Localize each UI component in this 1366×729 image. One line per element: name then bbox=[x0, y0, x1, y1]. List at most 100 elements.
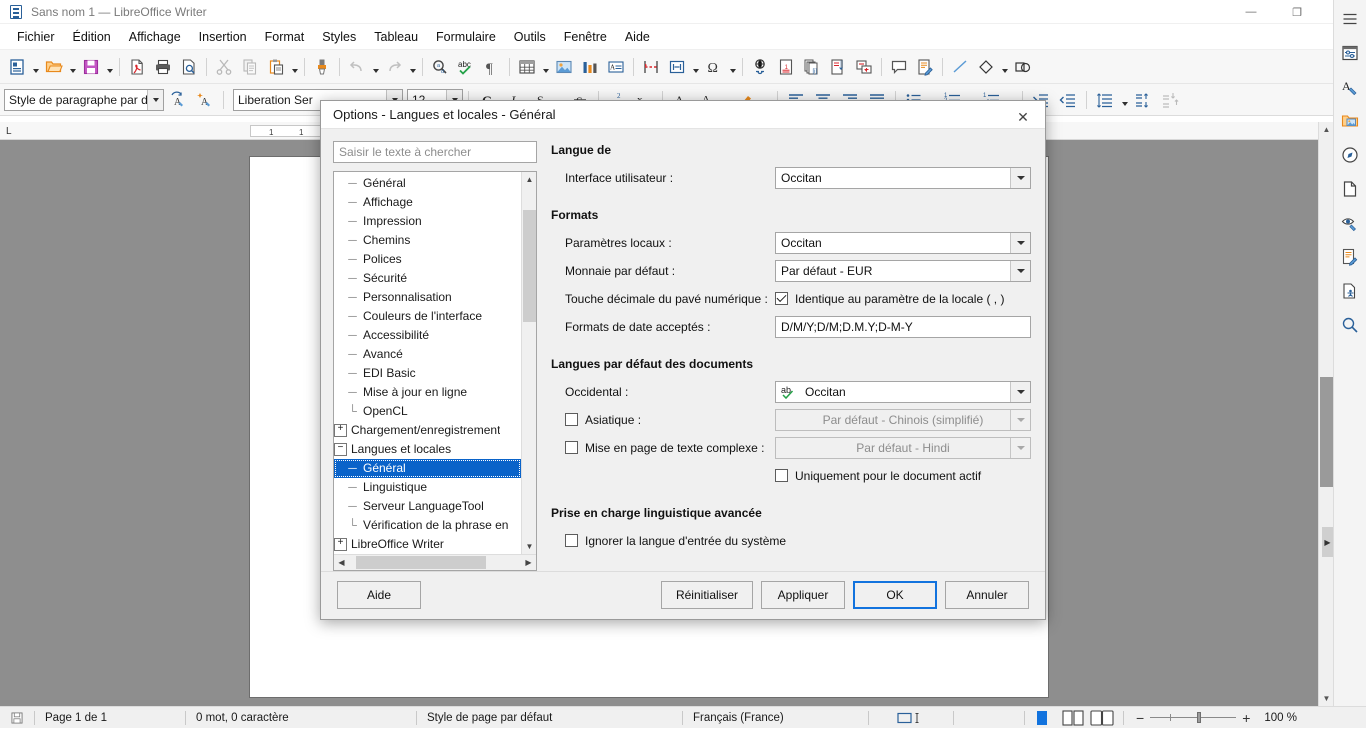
tree-scroll-left-arrow[interactable]: ◀ bbox=[334, 555, 349, 570]
page-icon[interactable] bbox=[1337, 176, 1363, 202]
ok-button[interactable]: OK bbox=[853, 581, 937, 610]
copy-icon[interactable] bbox=[237, 54, 263, 80]
tree-item-accessibilite[interactable]: ─ Accessibilité bbox=[334, 326, 521, 345]
basic-shapes-icon[interactable] bbox=[973, 54, 999, 80]
tree-item-chemins[interactable]: ─ Chemins bbox=[334, 231, 521, 250]
print-icon[interactable] bbox=[150, 54, 176, 80]
new-document-dropdown[interactable] bbox=[30, 54, 41, 80]
ctl-language-checkbox[interactable]: Mise en page de texte complexe : bbox=[565, 441, 764, 455]
menu-fenetre[interactable]: Fenêtre bbox=[555, 26, 616, 48]
single-page-view-icon[interactable] bbox=[1025, 707, 1059, 729]
current-document-only-checkbox[interactable]: Uniquement pour le document actif bbox=[775, 469, 981, 483]
insert-text-box-icon[interactable]: A bbox=[603, 54, 629, 80]
insert-table-icon[interactable] bbox=[514, 54, 540, 80]
zoom-slider[interactable]: − + bbox=[1124, 710, 1262, 726]
page-break-icon[interactable] bbox=[638, 54, 664, 80]
options-tree-list[interactable]: ─ Général ─ Affichage ─ Impression ─ Che… bbox=[334, 172, 521, 554]
open-file-dropdown[interactable] bbox=[67, 54, 78, 80]
tree-item-general[interactable]: ─ Général bbox=[334, 174, 521, 193]
tree-expand-icon[interactable]: + bbox=[334, 423, 347, 437]
find-replace-icon[interactable]: ad bbox=[427, 54, 453, 80]
save-dropdown[interactable] bbox=[104, 54, 115, 80]
scroll-up-arrow[interactable]: ▲ bbox=[1319, 122, 1334, 137]
zoom-in-button[interactable]: + bbox=[1236, 710, 1256, 726]
selection-mode-icon[interactable] bbox=[869, 707, 953, 729]
print-preview-icon[interactable] bbox=[176, 54, 202, 80]
tree-hscroll-thumb[interactable] bbox=[356, 555, 486, 569]
insert-chart-icon[interactable] bbox=[577, 54, 603, 80]
show-draw-functions-icon[interactable] bbox=[1010, 54, 1036, 80]
cut-icon[interactable] bbox=[211, 54, 237, 80]
page-style-status[interactable]: Style de page par défaut bbox=[417, 707, 682, 729]
chevron-down-icon[interactable] bbox=[1010, 232, 1030, 253]
tree-item-libreoffice-writer[interactable]: + LibreOffice Writer bbox=[334, 535, 521, 554]
tree-collapse-icon[interactable]: − bbox=[334, 442, 347, 456]
tree-scroll-thumb[interactable] bbox=[523, 209, 536, 322]
insert-field-icon[interactable] bbox=[664, 54, 690, 80]
find-icon[interactable] bbox=[1337, 312, 1363, 338]
menu-outils[interactable]: Outils bbox=[505, 26, 555, 48]
open-file-icon[interactable] bbox=[41, 54, 67, 80]
checkbox-icon[interactable] bbox=[775, 469, 788, 483]
western-language-dropdown[interactable]: ab Occitan bbox=[775, 380, 1031, 403]
book-view-icon[interactable] bbox=[1087, 707, 1117, 729]
tree-item-edi-basic[interactable]: ─ EDI Basic bbox=[334, 364, 521, 383]
asian-language-checkbox[interactable]: Asiatique : bbox=[565, 413, 641, 427]
sidebar-show-handle[interactable]: ▶ bbox=[1322, 527, 1333, 557]
menu-formulaire[interactable]: Formulaire bbox=[427, 26, 505, 48]
tree-scroll-right-arrow[interactable]: ▶ bbox=[521, 555, 536, 570]
insert-field-dropdown[interactable] bbox=[690, 54, 701, 80]
currency-dropdown[interactable]: Par défaut - EUR bbox=[775, 259, 1031, 282]
decimal-same-as-locale-checkbox[interactable]: Identique au paramètre de la locale ( , … bbox=[775, 292, 1004, 306]
reset-button[interactable]: Réinitialiser bbox=[660, 581, 753, 610]
tree-item-linguistique[interactable]: ─ Linguistique bbox=[334, 478, 521, 497]
new-document-icon[interactable] bbox=[4, 54, 30, 80]
redo-icon[interactable] bbox=[381, 54, 407, 80]
ignore-system-input-language-checkbox[interactable]: Ignorer la langue d'entrée du système bbox=[565, 534, 786, 548]
multi-page-view-icon[interactable] bbox=[1059, 707, 1087, 729]
menu-insertion[interactable]: Insertion bbox=[190, 26, 256, 48]
locale-dropdown[interactable]: Occitan bbox=[775, 231, 1031, 254]
gallery-icon[interactable] bbox=[1337, 108, 1363, 134]
zoom-level-status[interactable]: 100 % bbox=[1262, 707, 1307, 729]
decrease-indent-icon[interactable] bbox=[1055, 87, 1081, 113]
minimize-button[interactable]: — bbox=[1228, 0, 1274, 24]
close-icon[interactable]: ✕ bbox=[1001, 101, 1045, 133]
language-status[interactable]: Français (France) bbox=[683, 707, 868, 729]
tree-item-langues-general[interactable]: ─ Général bbox=[334, 458, 521, 478]
zoom-handle[interactable] bbox=[1197, 712, 1202, 723]
undo-dropdown[interactable] bbox=[370, 54, 381, 80]
cancel-button[interactable]: Annuler bbox=[945, 581, 1029, 610]
paragraph-style-dropdown-arrow[interactable] bbox=[147, 89, 163, 110]
manage-changes-icon[interactable] bbox=[1337, 244, 1363, 270]
tree-item-langues-et-locales[interactable]: − Langues et locales bbox=[334, 440, 521, 459]
cross-reference-icon[interactable] bbox=[851, 54, 877, 80]
menu-tableau[interactable]: Tableau bbox=[365, 26, 427, 48]
line-icon[interactable] bbox=[947, 54, 973, 80]
special-character-icon[interactable]: Ω bbox=[701, 54, 727, 80]
paste-dropdown[interactable] bbox=[289, 54, 300, 80]
tree-item-chargement-enregistrement[interactable]: + Chargement/enregistrement bbox=[334, 421, 521, 440]
insert-image-icon[interactable] bbox=[551, 54, 577, 80]
menu-format[interactable]: Format bbox=[256, 26, 314, 48]
tree-horizontal-scrollbar[interactable]: ◀ ▶ bbox=[334, 553, 536, 570]
menu-edition[interactable]: Édition bbox=[64, 26, 120, 48]
word-count-status[interactable]: 0 mot, 0 caractère bbox=[186, 707, 416, 729]
zoom-track[interactable] bbox=[1150, 712, 1237, 723]
tree-item-polices[interactable]: ─ Polices bbox=[334, 250, 521, 269]
tree-item-personnalisation[interactable]: ─ Personnalisation bbox=[334, 288, 521, 307]
clone-formatting-icon[interactable] bbox=[309, 54, 335, 80]
tree-vertical-scrollbar[interactable]: ▲ ▼ bbox=[521, 171, 536, 554]
footnote-icon[interactable]: 1 bbox=[773, 54, 799, 80]
tree-item-avance[interactable]: ─ Avancé bbox=[334, 345, 521, 364]
tree-item-impression[interactable]: ─ Impression bbox=[334, 212, 521, 231]
scroll-down-arrow[interactable]: ▼ bbox=[1319, 691, 1334, 706]
endnote-icon[interactable]: [i] bbox=[799, 54, 825, 80]
tree-item-verification-phrase[interactable]: └ Vérification de la phrase en bbox=[334, 516, 521, 535]
tree-item-affichage[interactable]: ─ Affichage bbox=[334, 193, 521, 212]
checkbox-icon[interactable] bbox=[775, 292, 788, 306]
menu-fichier[interactable]: Fichier bbox=[8, 26, 64, 48]
document-vertical-scrollbar[interactable]: ▲ ▼ bbox=[1318, 122, 1333, 706]
tree-scroll-up-arrow[interactable]: ▲ bbox=[522, 172, 536, 187]
export-pdf-icon[interactable] bbox=[124, 54, 150, 80]
